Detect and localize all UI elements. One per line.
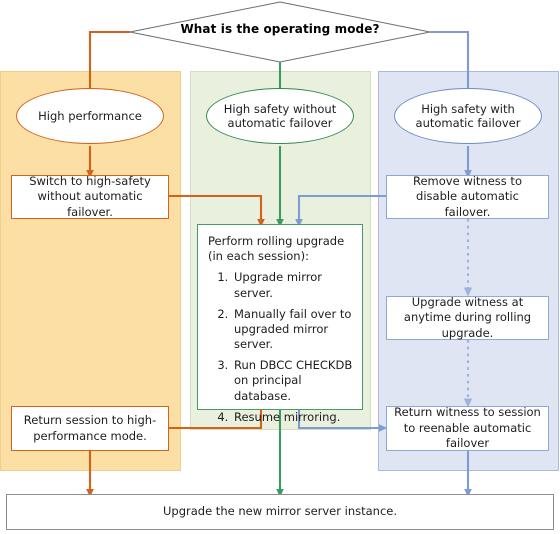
node-high-performance-label: High performance [38,108,142,123]
node-return-session[interactable]: Return session to high-performance mode. [11,406,169,451]
rolling-upgrade-steps: Upgrade mirror server. Manually fail ove… [208,270,354,425]
rolling-upgrade-lead: Perform rolling upgrade (in each session… [208,234,345,264]
list-item: Upgrade mirror server. [232,270,354,300]
node-high-safety-without-failover-label: High safety without automatic failover [223,101,337,130]
list-item: Run DBCC CHECKDB on principal database. [232,358,354,404]
list-item: Resume mirroring. [232,410,354,425]
node-final-banner[interactable]: Upgrade the new mirror server instance. [6,494,554,530]
flowchart-diagram: What is the operating mode? High perform… [0,0,560,534]
list-item: Manually fail over to upgraded mirror se… [232,307,354,353]
node-high-safety-with-failover-label: High safety with automatic failover [415,101,521,130]
node-final-banner-label: Upgrade the new mirror server instance. [162,504,398,519]
node-high-safety-without-failover[interactable]: High safety without automatic failover [206,88,354,144]
node-high-performance[interactable]: High performance [16,88,164,144]
node-rolling-upgrade[interactable]: Perform rolling upgrade (in each session… [197,224,363,424]
node-upgrade-witness[interactable]: Upgrade witness at anytime during rollin… [386,294,549,340]
node-upgrade-witness-label: Upgrade witness at anytime during rollin… [403,294,532,340]
node-remove-witness[interactable]: Remove witness to disable automatic fail… [386,173,549,219]
node-return-session-label: Return session to high-performance mode. [23,412,157,443]
node-switch-to-high-safety[interactable]: Switch to high-safety without automatic … [11,173,169,219]
node-return-witness[interactable]: Return witness to session to reenable au… [386,405,549,451]
node-high-safety-with-failover[interactable]: High safety with automatic failover [394,88,542,144]
node-remove-witness-label: Remove witness to disable automatic fail… [413,173,522,219]
node-switch-to-high-safety-label: Switch to high-safety without automatic … [29,173,151,219]
decision-label: What is the operating mode? [180,22,380,36]
node-return-witness-label: Return witness to session to reenable au… [394,405,541,451]
